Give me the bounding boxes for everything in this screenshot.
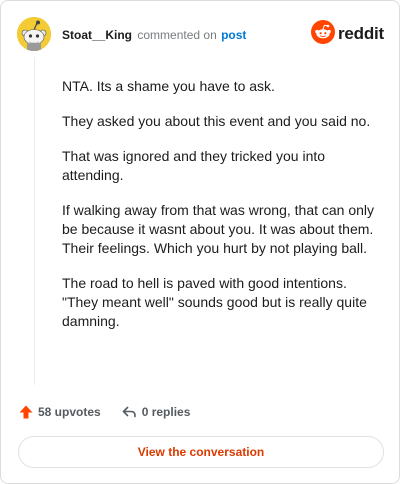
- upvote-arrow-icon: [18, 404, 34, 420]
- reddit-logo-icon: [311, 19, 335, 49]
- replies-button[interactable]: 0 replies: [121, 404, 191, 420]
- upvote-button[interactable]: 58 upvotes: [18, 404, 101, 420]
- comment-paragraph: The road to hell is paved with good inte…: [62, 275, 367, 329]
- reply-count: 0 replies: [141, 405, 191, 419]
- action-text: commented on: [137, 28, 217, 42]
- thread-line: [34, 57, 35, 385]
- comment-paragraph: If walking away from that was wrong, tha…: [62, 202, 375, 256]
- snoo-avatar-icon[interactable]: [17, 17, 51, 51]
- view-conversation-button[interactable]: View the conversation: [18, 436, 384, 468]
- comment-body: NTA. Its a shame you have to ask. They a…: [62, 77, 382, 347]
- comment-actions: 58 upvotes 0 replies: [18, 403, 190, 421]
- comment-embed-card: Stoat__King commented on post reddit NTA…: [0, 0, 400, 484]
- reply-arrow-icon: [121, 404, 137, 420]
- upvote-count: 58 upvotes: [38, 405, 101, 419]
- comment-paragraph: That was ignored and they tricked you in…: [62, 148, 326, 183]
- username-link[interactable]: Stoat__King: [62, 28, 132, 42]
- reddit-wordmark: reddit: [338, 24, 385, 43]
- reddit-brand[interactable]: reddit: [311, 19, 385, 49]
- comment-paragraph: They asked you about this event and you …: [62, 113, 371, 129]
- comment-paragraph: NTA. Its a shame you have to ask.: [62, 78, 275, 94]
- comment-header: Stoat__King commented on post: [62, 28, 246, 42]
- post-link[interactable]: post: [221, 28, 246, 42]
